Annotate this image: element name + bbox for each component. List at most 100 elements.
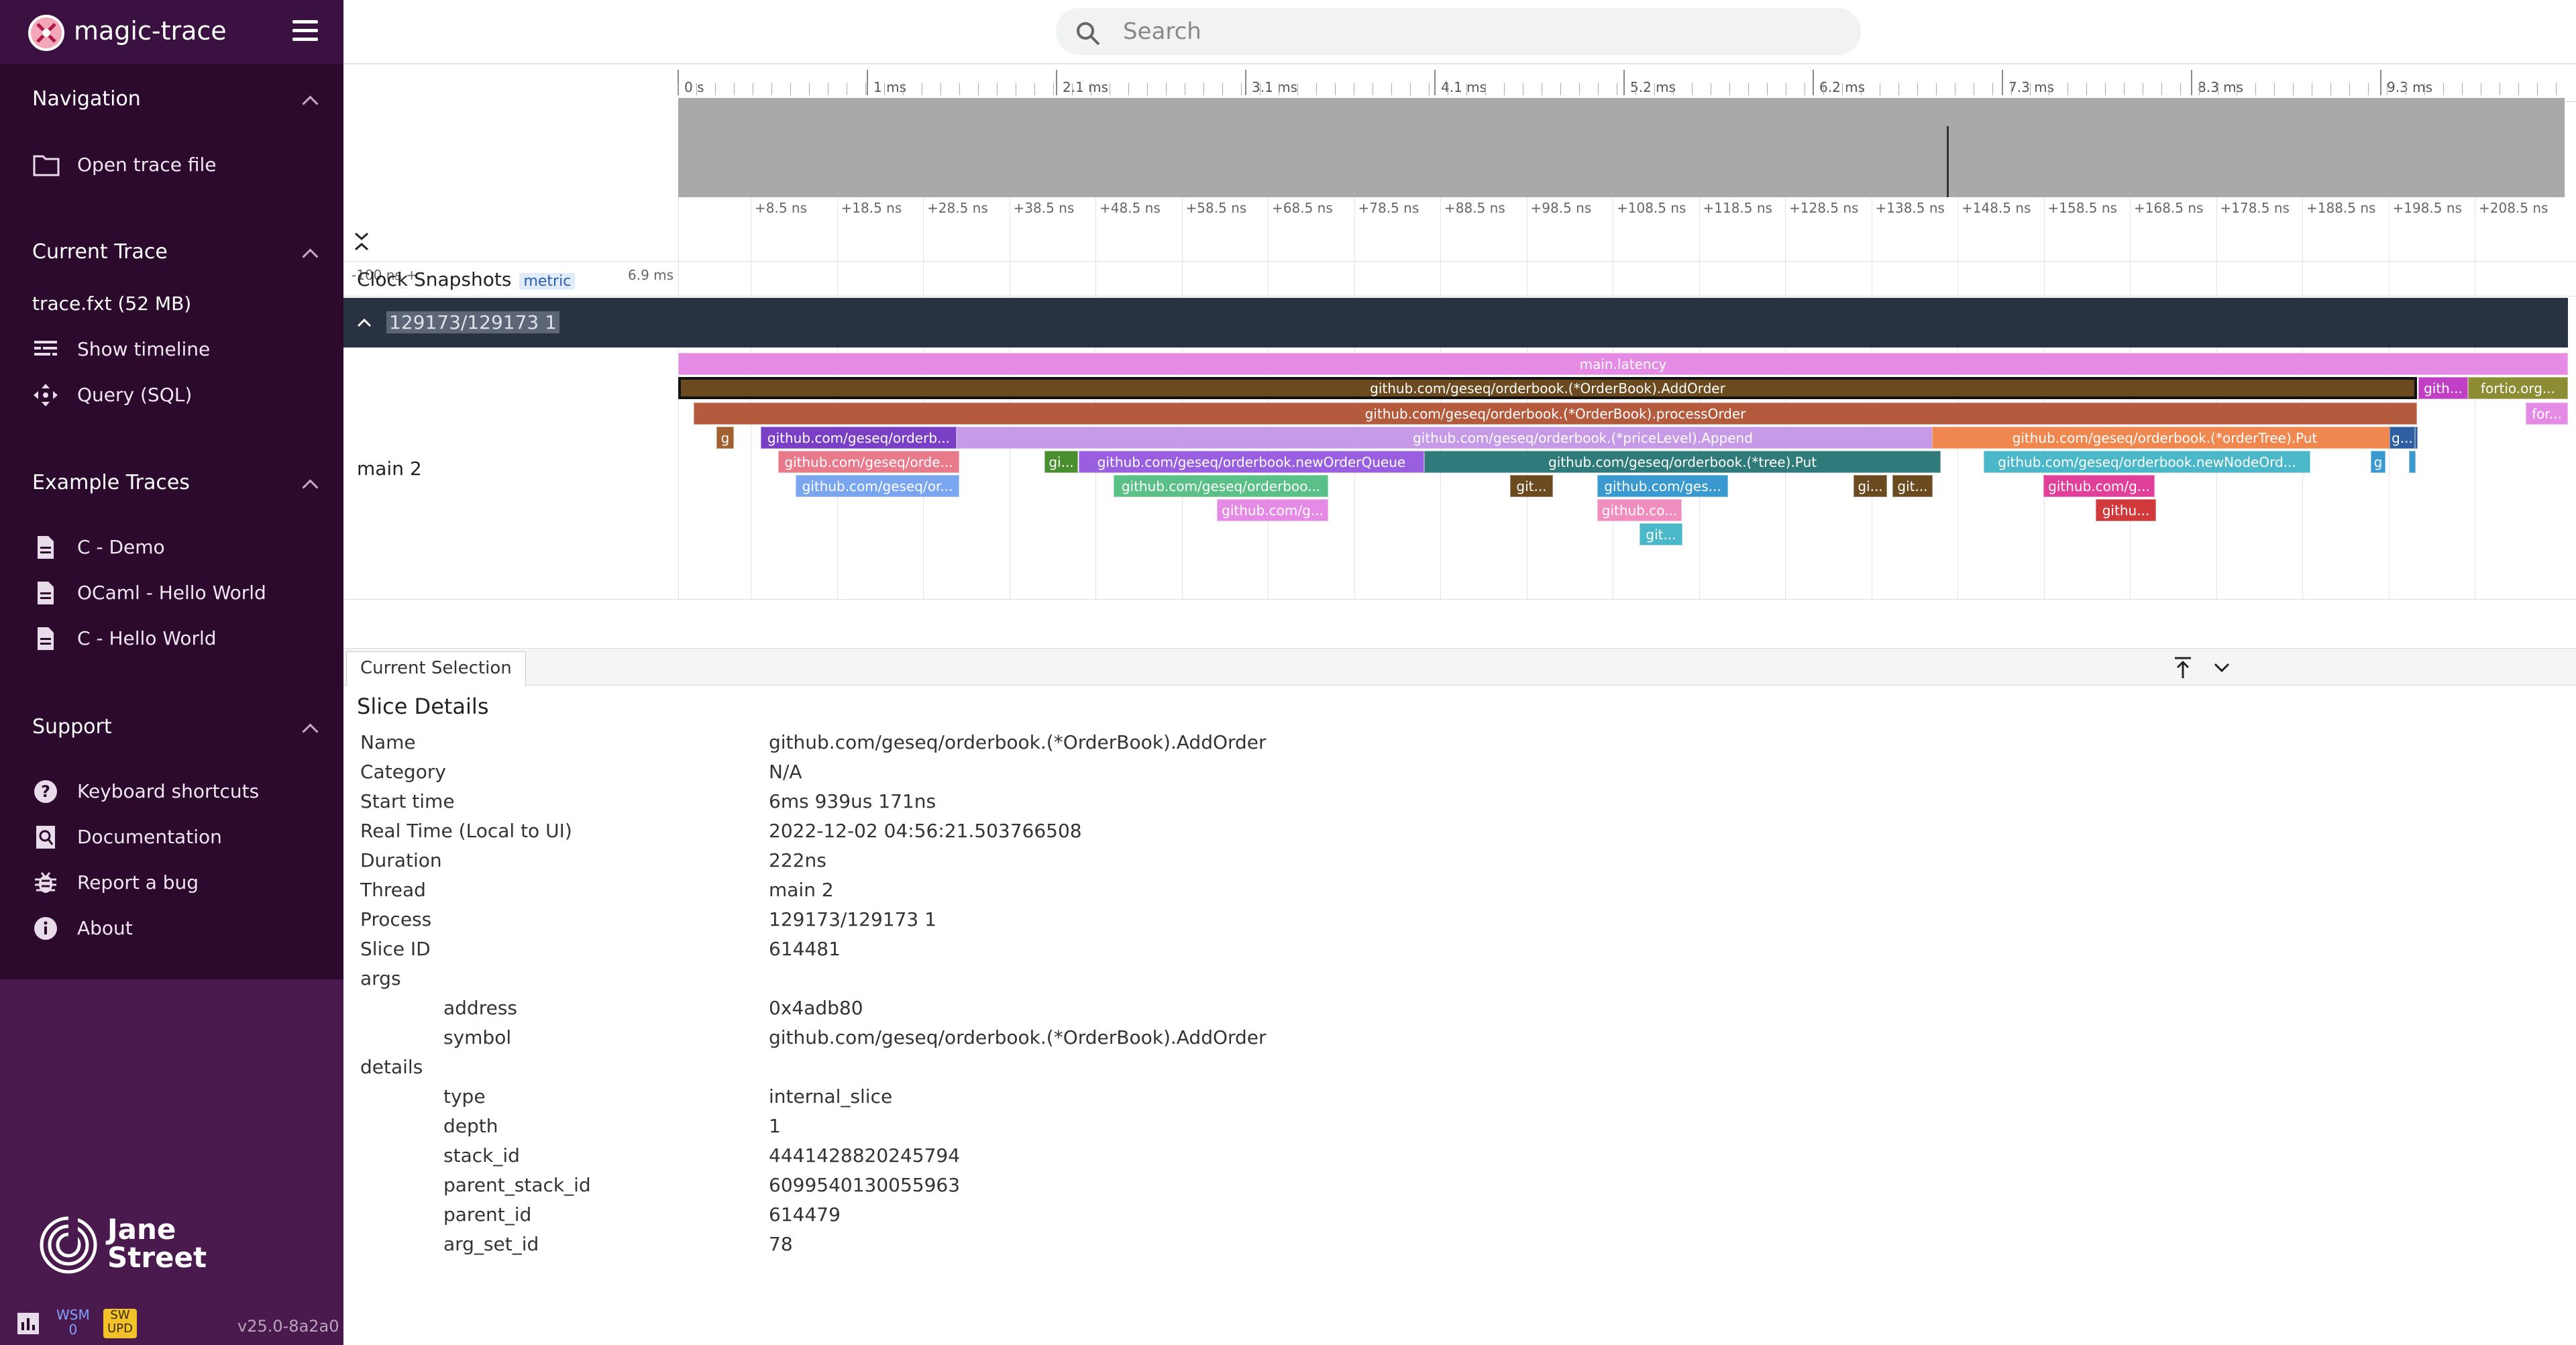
overview-minor-tick <box>1466 83 1467 95</box>
upd-label: UPD <box>107 1322 133 1336</box>
example-c-hello-world-item[interactable]: C - Hello World <box>32 622 327 655</box>
overview-minor-tick <box>865 83 866 95</box>
section-title-example-traces: Example Traces <box>32 471 190 494</box>
flame-slice[interactable]: g... <box>2390 427 2415 449</box>
tab-current-selection[interactable]: Current Selection <box>346 651 526 686</box>
section-title-current-trace: Current Trace <box>32 240 168 264</box>
chevron-up-icon[interactable] <box>356 314 373 331</box>
flame-slice[interactable]: github.com/geseq/orderbook.newOrderQueue <box>1079 451 1424 473</box>
collapse-current-trace-chevron-icon[interactable] <box>301 244 318 262</box>
details-row-value: internal_slice <box>769 1085 893 1108</box>
details-row-value: 1 <box>769 1115 781 1137</box>
flame-slice[interactable]: for... <box>2526 402 2568 425</box>
overview-minor-tick <box>2556 83 2557 95</box>
clock-snapshots-track[interactable]: Clock Snapshots metric <box>343 263 2576 297</box>
overview-tick-label: 5.2 ms <box>1630 79 1676 95</box>
documentation-label: Documentation <box>77 826 222 848</box>
report-bug-item[interactable]: Report a bug <box>32 866 327 900</box>
flame-slice[interactable]: main.latency <box>678 353 2568 375</box>
flame-slice[interactable]: github.com/geseq/orderbook.(*OrderBook).… <box>694 402 2417 425</box>
wsm-label: WSM <box>56 1307 90 1323</box>
flame-slice[interactable]: git... <box>1640 523 1682 545</box>
search-box[interactable] <box>1056 8 1861 55</box>
open-trace-file-item[interactable]: Open trace file <box>32 148 327 182</box>
example-ocaml-hello-world-item[interactable]: OCaml - Hello World <box>32 576 327 610</box>
wsm-status[interactable]: WSM 0 <box>56 1307 90 1337</box>
arg-row-value: github.com/geseq/orderbook.(*OrderBook).… <box>769 1026 1267 1048</box>
example-ocaml-hello-world-label: OCaml - Hello World <box>77 582 266 604</box>
overview-minor-tick <box>1635 83 1636 95</box>
selected-slice[interactable]: github.com/geseq/orderbook.(*OrderBook).… <box>678 377 2417 399</box>
flame-slice[interactable]: git... <box>1510 475 1553 497</box>
details-row-key: depth <box>443 1115 498 1137</box>
overview-minor-tick <box>2030 83 2031 95</box>
hamburger-menu-icon[interactable] <box>292 20 319 44</box>
overview-minor-tick <box>2424 83 2425 95</box>
flame-slice[interactable]: github.com/geseq/or... <box>796 475 959 497</box>
overview-tick-line <box>2380 70 2381 95</box>
details-row-key: arg_set_id <box>443 1233 539 1255</box>
flame-slice[interactable]: githu... <box>2096 499 2156 521</box>
overview-minimap[interactable] <box>678 98 2565 197</box>
flame-slice-marker[interactable] <box>2415 427 2418 449</box>
status-bar: WSM 0 SW UPD v25.0-8a2a0 <box>0 1305 343 1345</box>
flame-slice[interactable]: github.com/geseq/orderbook.newNodeOrd... <box>1984 451 2310 473</box>
detail-row-key: Start time <box>360 790 455 812</box>
flame-slice[interactable]: g <box>2371 451 2385 473</box>
show-timeline-item[interactable]: Show timeline <box>32 333 327 366</box>
keyboard-shortcuts-item[interactable]: ? Keyboard shortcuts <box>32 775 327 808</box>
overview-tick-label: 7.3 ms <box>2008 79 2055 95</box>
sw-label: SW <box>110 1308 130 1322</box>
flame-slice[interactable]: git... <box>1892 475 1933 497</box>
search-input[interactable] <box>1123 15 1834 48</box>
flame-slice[interactable]: github.com/ges... <box>1597 475 1728 497</box>
maximize-panel-icon[interactable] <box>2171 655 2195 680</box>
overview-minor-tick <box>2105 83 2106 95</box>
overview-minor-tick <box>696 83 697 95</box>
flame-slice[interactable]: gith... <box>2418 377 2468 399</box>
info-icon <box>32 916 60 941</box>
bar-chart-icon[interactable] <box>16 1311 40 1336</box>
version-label: v25.0-8a2a0 <box>237 1317 339 1336</box>
about-item[interactable]: About <box>32 912 327 945</box>
flame-slice-marker[interactable] <box>2409 451 2416 473</box>
overview-minor-tick <box>1391 83 1392 95</box>
collapse-navigation-chevron-icon[interactable] <box>301 91 318 109</box>
wsm-value: 0 <box>68 1322 78 1338</box>
overview-tick-line <box>867 70 868 95</box>
flame-slice[interactable]: g <box>716 427 734 449</box>
sw-update-badge[interactable]: SW UPD <box>103 1309 137 1338</box>
overview-minor-tick <box>1560 83 1561 95</box>
flame-slice[interactable]: github.com/geseq/orderb... <box>761 427 957 449</box>
collapse-support-chevron-icon[interactable] <box>301 719 318 737</box>
relative-tick-label: +178.5 ns <box>2220 200 2290 216</box>
flame-slice[interactable]: gi... <box>1854 475 1887 497</box>
flame-slice[interactable]: github.com/geseq/orderbook.(*orderTree).… <box>1932 427 2398 449</box>
arg-row-key: address <box>443 997 518 1019</box>
flame-slice[interactable]: fortio.org... <box>2468 377 2568 399</box>
overview-minor-tick <box>1147 83 1148 95</box>
documentation-item[interactable]: Documentation <box>32 820 327 854</box>
flame-slice[interactable]: github.co... <box>1597 499 1682 521</box>
flame-slice[interactable]: github.com/geseq/orde... <box>778 451 959 473</box>
relative-tick-label: +108.5 ns <box>1617 200 1686 216</box>
arg-row-value: 0x4adb80 <box>769 997 863 1019</box>
overview-minor-tick <box>1673 83 1674 95</box>
overview-minor-tick <box>2086 83 2087 95</box>
flame-slice[interactable]: gi... <box>1044 451 1078 473</box>
query-sql-item[interactable]: Query (SQL) <box>32 378 327 412</box>
collapse-example-traces-chevron-icon[interactable] <box>301 475 318 492</box>
relative-tick-label: +138.5 ns <box>1875 200 1945 216</box>
show-timeline-label: Show timeline <box>77 338 211 360</box>
flame-slice[interactable]: github.com/g... <box>2043 475 2155 497</box>
details-row-key: stack_id <box>443 1144 520 1167</box>
flame-slice[interactable]: github.com/g... <box>1217 499 1328 521</box>
collapse-all-icon[interactable] <box>353 229 370 254</box>
process-header[interactable]: 129173/129173 1 <box>343 298 2568 347</box>
overview-minor-tick <box>1579 83 1580 95</box>
flame-slice[interactable]: github.com/geseq/orderboo... <box>1114 475 1328 497</box>
flame-slice[interactable]: github.com/geseq/orderbook.(*tree).Put <box>1424 451 1941 473</box>
overview-minor-tick <box>1410 83 1411 95</box>
example-c-demo-item[interactable]: C - Demo <box>32 531 327 564</box>
chevron-down-icon[interactable] <box>2210 655 2234 680</box>
